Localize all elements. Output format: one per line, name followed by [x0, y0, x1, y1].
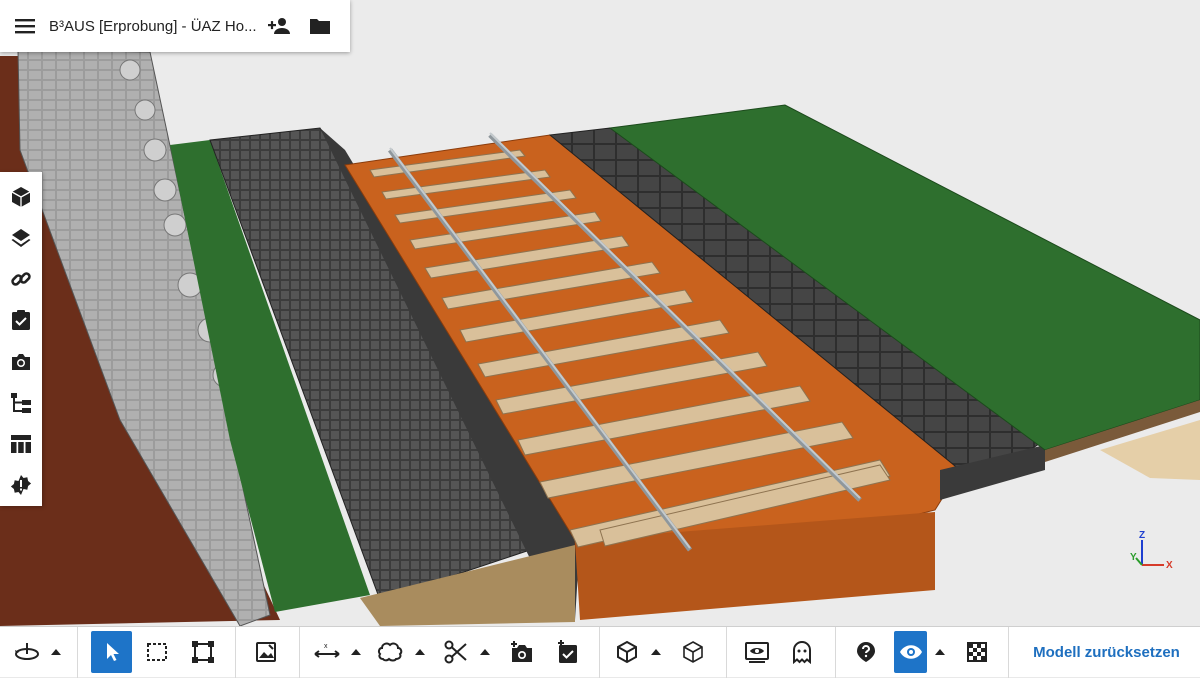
cube-outline-icon[interactable] — [674, 631, 712, 673]
image-icon[interactable] — [246, 631, 286, 673]
select-cursor-icon[interactable] — [91, 631, 132, 673]
cube-icon[interactable] — [0, 176, 42, 217]
issue-badge-icon[interactable] — [0, 465, 42, 506]
menu-icon[interactable] — [7, 8, 43, 44]
box-select-icon[interactable] — [137, 631, 177, 673]
cube-icon[interactable] — [608, 631, 646, 673]
checker-icon[interactable] — [958, 631, 996, 673]
clipboard-check-icon[interactable] — [0, 300, 42, 341]
scissors-icon[interactable] — [437, 631, 475, 673]
orbit-dropdown-caret[interactable] — [47, 631, 65, 673]
add-task-icon[interactable] — [548, 631, 588, 673]
scissors-dropdown-caret[interactable] — [476, 631, 494, 673]
bottom-toolbar: x Modell zurücksetzen — [0, 626, 1200, 678]
view-icon[interactable] — [737, 631, 777, 673]
layers-icon[interactable] — [0, 217, 42, 258]
measure-dropdown-caret[interactable] — [347, 631, 365, 673]
eye-icon[interactable] — [894, 631, 927, 673]
3d-viewport[interactable]: Z Y X — [0, 0, 1200, 626]
reset-model-button[interactable]: Modell zurücksetzen — [1013, 627, 1200, 678]
svg-text:x: x — [324, 643, 328, 650]
cloud-icon[interactable] — [372, 631, 410, 673]
axis-y-label: Y — [1130, 552, 1137, 563]
cube-dropdown-caret[interactable] — [647, 631, 665, 673]
axis-z-label: Z — [1139, 530, 1145, 541]
tree-icon[interactable] — [0, 382, 42, 423]
folder-icon[interactable] — [302, 8, 338, 44]
eye-dropdown-caret[interactable] — [931, 631, 949, 673]
add-camera-icon[interactable] — [502, 631, 542, 673]
measure-icon[interactable]: x — [308, 631, 346, 673]
cloud-dropdown-caret[interactable] — [411, 631, 429, 673]
left-toolbar — [0, 172, 42, 506]
frame-select-icon[interactable] — [183, 631, 223, 673]
person-add-icon[interactable] — [262, 8, 298, 44]
link-icon[interactable] — [0, 259, 42, 300]
orbit-icon[interactable] — [8, 631, 46, 673]
ghost-icon[interactable] — [783, 631, 821, 673]
axis-x-label: X — [1166, 560, 1173, 571]
table-icon[interactable] — [0, 424, 42, 465]
top-bar: B³AUS [Erprobung] - ÜAZ Ho... — [0, 0, 350, 52]
camera-icon[interactable] — [0, 341, 42, 382]
help-icon[interactable] — [847, 631, 885, 673]
project-title: B³AUS [Erprobung] - ÜAZ Ho... — [49, 17, 257, 35]
